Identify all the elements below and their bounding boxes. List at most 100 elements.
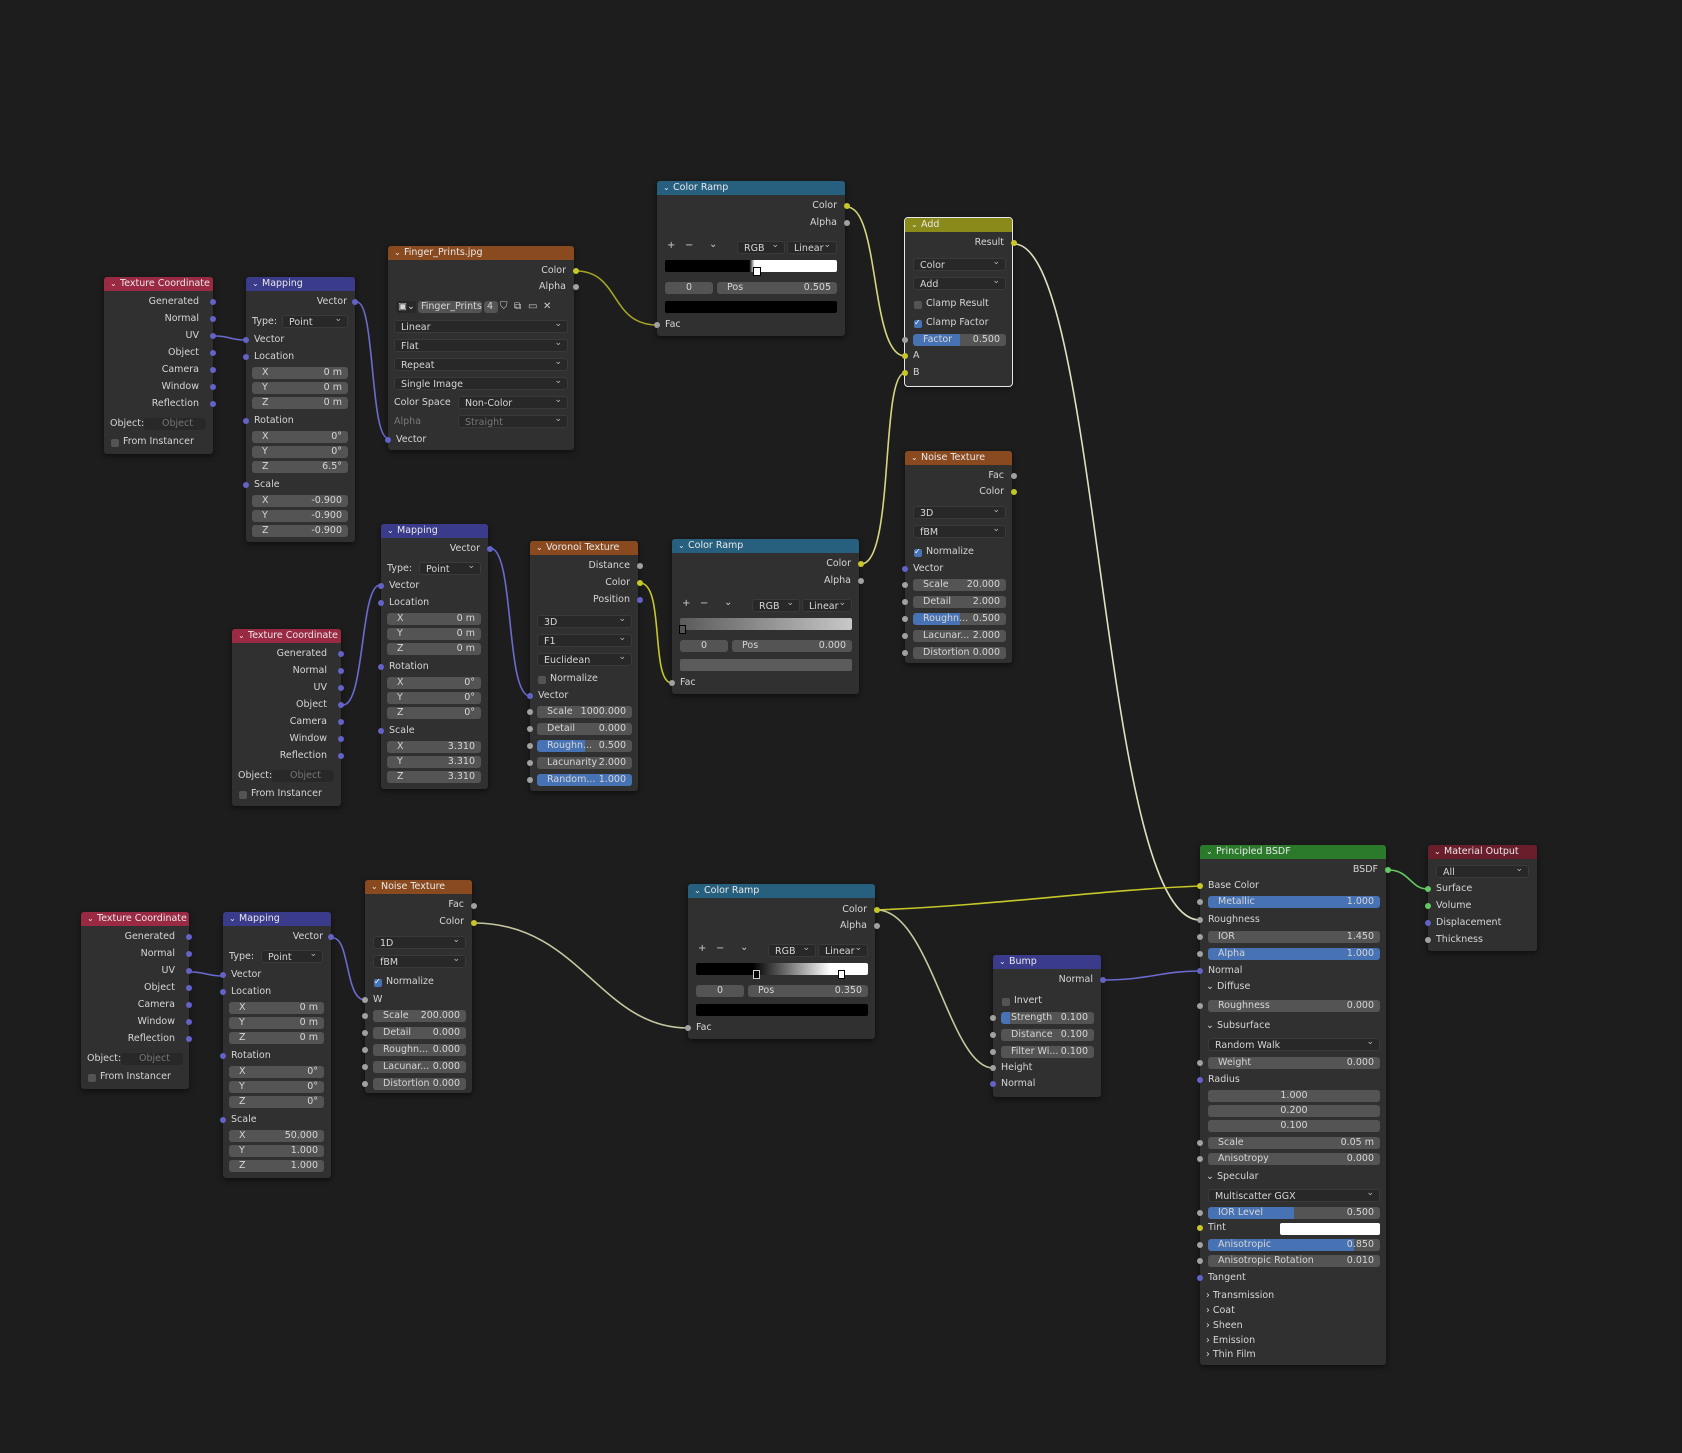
socket[interactable] — [186, 951, 192, 957]
socket[interactable] — [362, 1081, 368, 1087]
rot-y[interactable]: Y 0° — [252, 446, 348, 458]
socket[interactable] — [902, 370, 908, 376]
interpolation-dropdown[interactable]: Linear — [394, 320, 568, 333]
socket[interactable] — [1197, 1258, 1203, 1264]
socket[interactable] — [527, 709, 533, 715]
object-field[interactable]: Object — [121, 1053, 183, 1065]
socket[interactable] — [902, 633, 908, 639]
mapping-node-2[interactable]: ⌄Mapping Vector Type: Point Vector Locat… — [378, 524, 493, 789]
dimensions-dropdown[interactable]: 1D — [373, 936, 466, 949]
from-instancer-checkbox[interactable] — [239, 791, 247, 799]
stop-index[interactable]: 0 — [696, 985, 744, 997]
from-instancer-checkbox[interactable] — [88, 1074, 96, 1082]
socket[interactable] — [186, 1036, 192, 1042]
rot-z[interactable]: Z 0° — [387, 707, 481, 719]
noise-type-dropdown[interactable]: fBM — [913, 525, 1006, 538]
stop-color-swatch[interactable] — [696, 1004, 868, 1016]
distortion-field[interactable]: Distortion 0.000 — [373, 1078, 466, 1090]
node-header[interactable]: ⌄ Color Ramp — [657, 181, 845, 195]
socket[interactable] — [338, 736, 344, 742]
image-texture-node[interactable]: ⌄ Finger_Prints.jpg Color Alpha ▣⌄ Finger… — [385, 246, 579, 450]
scale-z[interactable]: Z -0.900 — [252, 525, 348, 537]
socket[interactable] — [1197, 1060, 1203, 1066]
socket[interactable] — [902, 566, 908, 572]
socket[interactable] — [186, 1002, 192, 1008]
remove-stop-icon[interactable]: − — [716, 943, 724, 954]
node-header[interactable]: ⌄ Texture Coordinate — [81, 912, 189, 926]
socket[interactable] — [378, 600, 384, 606]
randomness-slider[interactable]: Random... 1.000 — [537, 774, 632, 786]
dimensions-dropdown[interactable]: 3D — [537, 615, 632, 628]
stop-pos[interactable]: Pos 0.000 — [732, 640, 852, 652]
socket[interactable] — [844, 203, 850, 209]
chevron-down-icon[interactable]: ⌄ — [709, 239, 717, 250]
socket[interactable] — [220, 1117, 226, 1123]
socket[interactable] — [1100, 977, 1106, 983]
socket[interactable] — [338, 668, 344, 674]
socket[interactable] — [990, 1081, 996, 1087]
rot-y[interactable]: Y 0° — [229, 1081, 324, 1093]
socket[interactable] — [338, 753, 344, 759]
socket[interactable] — [362, 997, 368, 1003]
rot-x[interactable]: X 0° — [387, 677, 481, 689]
socket[interactable] — [210, 367, 216, 373]
roughness-slider[interactable]: Roughn... 0.500 — [913, 613, 1006, 625]
socket[interactable] — [243, 354, 249, 360]
metallic-slider[interactable]: Metallic 1.000 — [1208, 896, 1380, 908]
node-header[interactable]: ⌄ Color Ramp — [672, 539, 859, 553]
socket[interactable] — [243, 482, 249, 488]
stop-color-swatch[interactable] — [680, 659, 852, 671]
interpolation-dropdown[interactable]: Linear — [802, 599, 852, 612]
add-stop-icon[interactable]: + — [698, 943, 706, 954]
anisotropic-slider[interactable]: Anisotropic 0.850 — [1208, 1239, 1380, 1251]
socket[interactable] — [338, 685, 344, 691]
socket[interactable] — [220, 972, 226, 978]
socket[interactable] — [1197, 1210, 1203, 1216]
socket[interactable] — [902, 353, 908, 359]
clamp-factor-checkbox[interactable] — [914, 318, 922, 328]
stop-index[interactable]: 0 — [680, 640, 728, 652]
socket[interactable] — [378, 728, 384, 734]
add-stop-icon[interactable]: + — [682, 598, 690, 609]
panel-thin-film[interactable]: › Thin Film — [1206, 1349, 1256, 1361]
node-header[interactable]: ⌄ Texture Coordinate — [232, 629, 341, 643]
radius-r-field[interactable]: 1.000 — [1208, 1090, 1380, 1102]
panel-transmission[interactable]: › Transmission — [1206, 1290, 1274, 1302]
normalize-checkbox[interactable] — [914, 547, 922, 557]
roughness-slider[interactable]: Roughn... 0.500 — [537, 740, 632, 752]
scale-y[interactable]: Y 3.310 — [387, 756, 481, 768]
socket[interactable] — [1011, 240, 1017, 246]
filter-width-field[interactable]: Filter Wi... 0.100 — [1001, 1046, 1094, 1058]
node-header[interactable]: ⌄ Finger_Prints.jpg — [388, 246, 574, 260]
texture-coordinate-node-3[interactable]: ⌄ Texture Coordinate Generated Normal UV … — [81, 912, 192, 1089]
loc-y[interactable]: Y0 m — [229, 1017, 324, 1029]
panel-diffuse[interactable]: ⌄ Diffuse — [1206, 981, 1250, 993]
interpolation-dropdown[interactable]: Linear — [787, 241, 837, 254]
node-header[interactable]: ⌄ Texture Coordinate — [104, 277, 213, 291]
texture-coordinate-node-2[interactable]: ⌄ Texture Coordinate Generated Normal UV … — [232, 629, 344, 806]
socket[interactable] — [874, 923, 880, 929]
voronoi-texture-node[interactable]: ⌄ Voronoi Texture Distance Color Position… — [527, 541, 643, 791]
fake-user-shield-icon[interactable]: ⛉ — [500, 301, 508, 312]
rot-x[interactable]: X 0° — [252, 431, 348, 443]
color-ramp-gradient[interactable] — [665, 260, 837, 272]
panel-emission[interactable]: › Emission — [1206, 1335, 1255, 1347]
socket[interactable] — [186, 934, 192, 940]
socket[interactable] — [210, 316, 216, 322]
type-dropdown[interactable]: Point — [261, 950, 323, 963]
detail-field[interactable]: Detail 2.000 — [913, 596, 1006, 608]
socket[interactable] — [1425, 903, 1431, 909]
distance-metric-dropdown[interactable]: Euclidean — [537, 653, 632, 666]
color-ramp-node-1[interactable]: ⌄Color Ramp Color Alpha + − ⌄ RGB Linear… — [654, 181, 850, 336]
source-dropdown[interactable]: Single Image — [394, 377, 568, 390]
node-header[interactable]: ⌄ Material Output — [1428, 845, 1537, 859]
socket[interactable] — [1197, 1275, 1203, 1281]
socket[interactable] — [243, 337, 249, 343]
socket[interactable] — [1425, 920, 1431, 926]
socket[interactable] — [990, 1015, 996, 1021]
socket[interactable] — [352, 299, 358, 305]
socket[interactable] — [210, 299, 216, 305]
socket[interactable] — [1011, 473, 1017, 479]
principled-bsdf-node[interactable]: ⌄ Principled BSDF BSDF Base Color Metalli… — [1197, 845, 1391, 1365]
socket[interactable] — [527, 743, 533, 749]
